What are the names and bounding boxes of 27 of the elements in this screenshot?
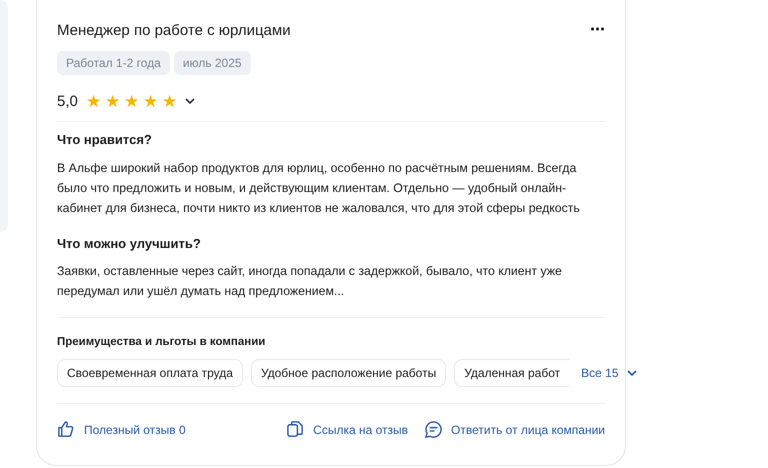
- action-link[interactable]: Ответить от лица компании: [424, 420, 605, 440]
- review-text: В Альфе широкий набор продуктов для юрлиц, особенно по расчётным решениям. Всегда было что предложить и новым, и действующим клиентам. Отдельно — удобный онлайн-кабинет для бизнеса, почти никто из клиентов не жаловался, что для этой сферы редкость: [57, 160, 581, 216]
- benefits-heading: Преимущества и льготы в компании: [57, 335, 266, 350]
- star-icon: ★: [162, 93, 177, 110]
- tag: июль 2025: [174, 50, 251, 74]
- chevron-icon: [626, 370, 636, 377]
- copy-icon: [286, 420, 306, 440]
- show-all-button[interactable]: Все 15: [581, 364, 636, 382]
- chevron-icon[interactable]: [184, 98, 195, 106]
- action-link[interactable]: Полезный отзыв 0: [57, 420, 186, 440]
- section-heading: Что можно улучшить?: [57, 234, 202, 253]
- benefit-chip: Своевременная оплата труда: [57, 359, 243, 388]
- rating-value: 5,0: [57, 92, 78, 112]
- more-button[interactable]: ···: [590, 20, 605, 38]
- review-text: Заявки, оставленные через сайт, иногда попадали с задержкой, бывало, что клиент уже передумал или ушёл думать над предложением...: [57, 263, 563, 300]
- benefit-chip: Удаленная работ: [454, 359, 570, 388]
- review-title: Менеджер по работе с юрлицами: [57, 21, 291, 41]
- benefit-chip: Удобное расположение работы: [250, 359, 446, 388]
- section-heading: Что нравится?: [57, 131, 153, 149]
- tag: Работал 1-2 года: [57, 50, 170, 74]
- star-icon: ★: [86, 93, 101, 110]
- star-icon: ★: [124, 93, 139, 110]
- thumbs-up-icon: [57, 420, 76, 440]
- chat-icon: [424, 420, 444, 440]
- star-icon: ★: [142, 93, 158, 110]
- action-link[interactable]: Ссылка на отзыв: [286, 420, 408, 440]
- star-icon: ★: [104, 93, 120, 110]
